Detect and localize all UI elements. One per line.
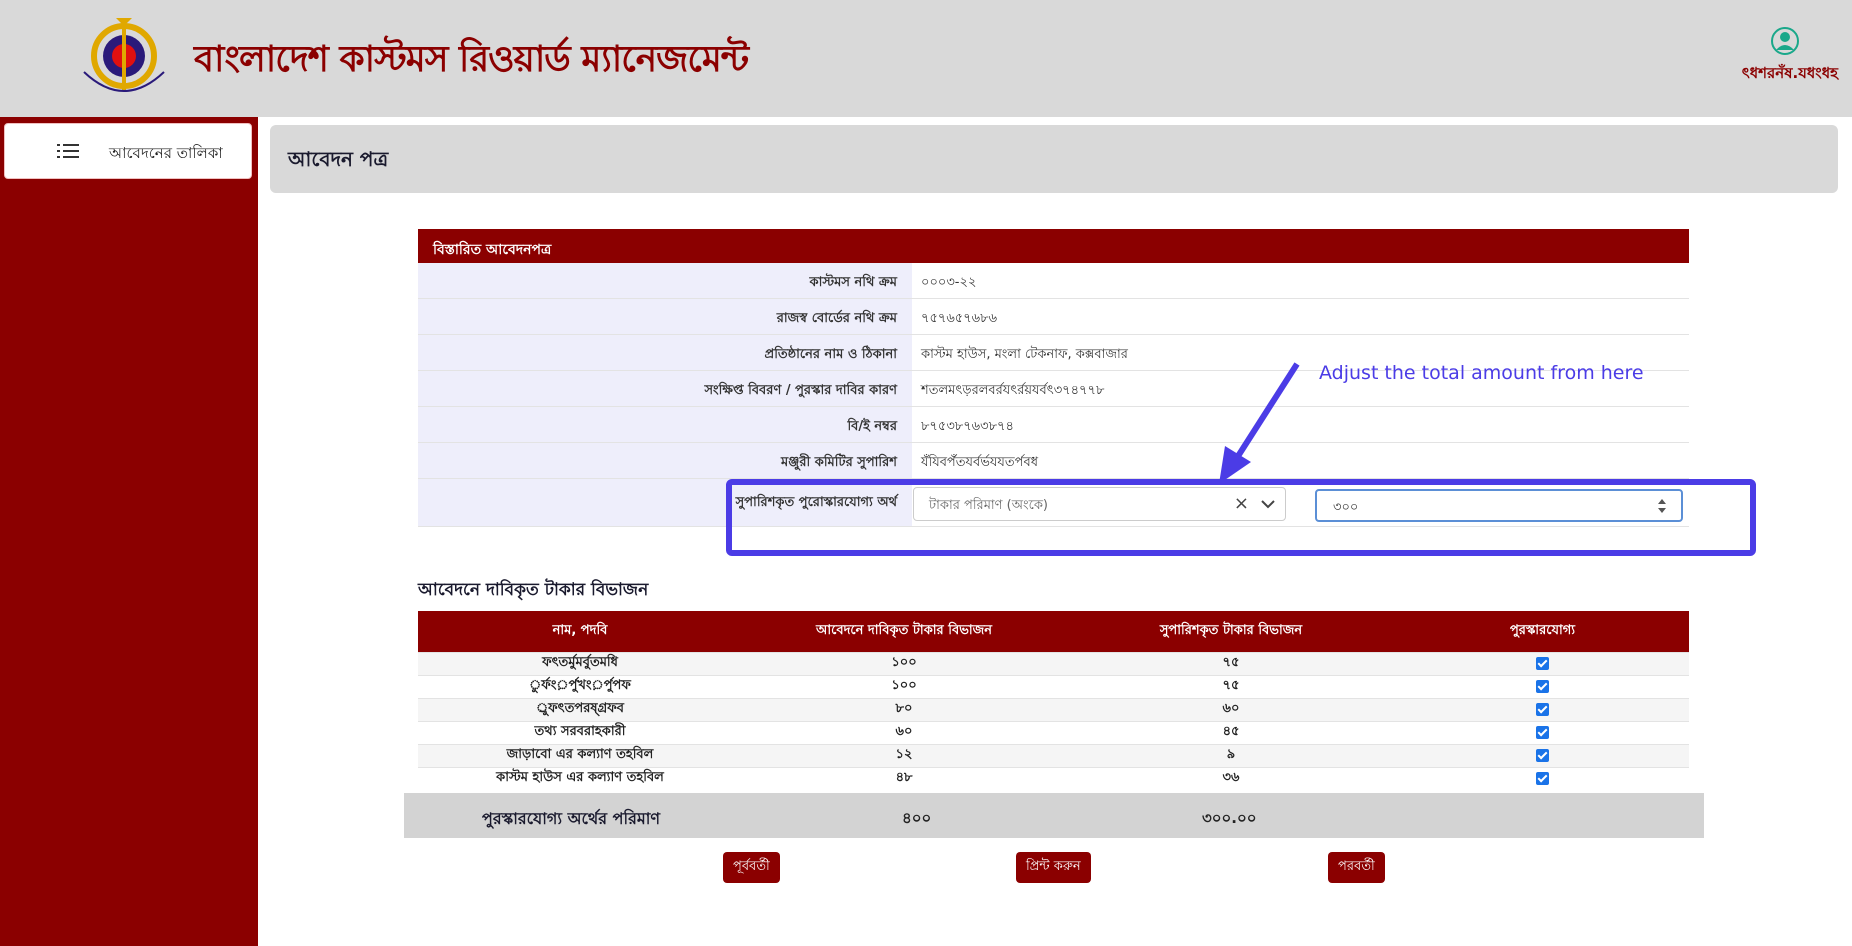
eligible-checkbox[interactable] bbox=[1536, 749, 1549, 762]
table-row: জাড়াবো এর কল্যাণ তহবিল ১২ ৯ bbox=[418, 743, 1689, 767]
annotation-text: Adjust the total amount from here bbox=[1319, 362, 1644, 384]
cell-recommended: ৪৫ bbox=[1066, 720, 1396, 744]
detail-row: রাজস্ব বোর্ডের নথি ক্রম ৭৫৭৬৫৭৬৮৬ bbox=[418, 299, 1689, 335]
cell-recommended: ৭৫ bbox=[1066, 674, 1396, 698]
detail-label: প্রতিষ্ঠানের নাম ও ঠিকানা bbox=[418, 335, 912, 370]
app-header: বাংলাদেশ কাস্টমস রিওয়ার্ড ম্যানেজমেন্ট … bbox=[0, 0, 1852, 117]
detail-row: বি/ই নম্বর ৮৭৫৩৮৭৬৩৮৭৪ bbox=[418, 407, 1689, 443]
cell-recommended: ৬০ bbox=[1066, 697, 1396, 721]
annotation-arrow-icon bbox=[1219, 362, 1300, 484]
eligible-checkbox[interactable] bbox=[1536, 703, 1549, 716]
list-icon bbox=[57, 144, 79, 158]
detail-row: মঞ্জুরী কমিটির সুপারিশ যঁযিবর্পঁতযর্বর্ভ… bbox=[418, 443, 1689, 479]
eligible-checkbox[interactable] bbox=[1536, 657, 1549, 670]
detail-value: ৭৫৭৬৫৭৬৮৬ bbox=[921, 311, 998, 326]
table-row: ুর্ফং়র্পুখং়র্পুপফ ১০০ ৭৫ bbox=[418, 674, 1689, 698]
cell-recommended: ৩৬ bbox=[1066, 766, 1396, 790]
sidebar: আবেদনের তালিকা bbox=[0, 117, 258, 946]
breakdown-heading: আবেদনে দাবিকৃত টাকার বিভাজন bbox=[418, 580, 649, 600]
total-claimed: ৪০০ bbox=[902, 809, 932, 827]
highlight-frame bbox=[726, 479, 1756, 556]
next-button[interactable]: পরবর্তী bbox=[1328, 852, 1385, 883]
customs-logo bbox=[83, 18, 165, 92]
detail-label: রাজস্ব বোর্ডের নথি ক্রম bbox=[418, 299, 912, 334]
table-row: কাস্টম হাউস এর কল্যাণ তহবিল ৪৮ ৩৬ bbox=[418, 766, 1689, 790]
page-title: আবেদন পত্র bbox=[288, 147, 389, 171]
total-recommended: ৩০০.০০ bbox=[1202, 809, 1257, 827]
column-header: সুপারিশকৃত টাকার বিভাজন bbox=[1066, 611, 1396, 652]
cell-claimed: ৮০ bbox=[742, 697, 1066, 721]
cell-claimed: ৬০ bbox=[742, 720, 1066, 744]
cell-name: তথ্য সরবরাহকারী bbox=[418, 720, 742, 744]
detail-row: কাস্টমস নথি ক্রম ০০০৩-২২ bbox=[418, 263, 1689, 299]
detail-label: কাস্টমস নথি ক্রম bbox=[418, 263, 912, 298]
cell-claimed: ১০০ bbox=[742, 674, 1066, 698]
column-header: নাম, পদবি bbox=[418, 611, 742, 652]
cell-claimed: ১২ bbox=[742, 743, 1066, 767]
total-label: পুরস্কারযোগ্য অর্থের পরিমাণ bbox=[482, 809, 661, 828]
sidebar-item-application-list[interactable]: আবেদনের তালিকা bbox=[4, 123, 252, 179]
eligible-checkbox[interactable] bbox=[1536, 726, 1549, 739]
detail-label: মঞ্জুরী কমিটির সুপারিশ bbox=[418, 443, 912, 478]
total-row: পুরস্কারযোগ্য অর্থের পরিমাণ ৪০০ ৩০০.০০ bbox=[404, 793, 1704, 838]
user-avatar-icon[interactable] bbox=[1770, 26, 1800, 56]
eligible-checkbox[interactable] bbox=[1536, 680, 1549, 693]
table-row: তথ্য সরবরাহকারী ৬০ ৪৫ bbox=[418, 720, 1689, 744]
detail-label: বি/ই নম্বর bbox=[418, 407, 912, 442]
cell-name: কাস্টম হাউস এর কল্যাণ তহবিল bbox=[418, 766, 742, 790]
cell-name: জাড়াবো এর কল্যাণ তহবিল bbox=[418, 743, 742, 767]
table-row: ্রুফৎতপরষ্গ্রফব ৮০ ৬০ bbox=[418, 697, 1689, 721]
cell-name: ্রুফৎতপরষ্গ্রফব bbox=[418, 697, 742, 721]
breakdown-table: নাম, পদবি আবেদনে দাবিকৃত টাকার বিভাজন সু… bbox=[418, 611, 1689, 790]
cell-claimed: ৪৮ bbox=[742, 766, 1066, 790]
sidebar-item-label: আবেদনের তালিকা bbox=[109, 144, 223, 162]
cell-claimed: ১০০ bbox=[742, 651, 1066, 675]
cell-recommended: ৭৫ bbox=[1066, 651, 1396, 675]
previous-button[interactable]: পূর্ববর্তী bbox=[723, 852, 780, 883]
detail-heading: বিস্তারিত আবেদনপত্র bbox=[418, 229, 1689, 263]
detail-label: সংক্ষিপ্ত বিবরণ / পুরস্কার দাবির কারণ bbox=[418, 371, 912, 406]
detail-value: ০০০৩-২২ bbox=[921, 275, 977, 290]
eligible-checkbox[interactable] bbox=[1536, 772, 1549, 786]
cell-recommended: ৯ bbox=[1066, 743, 1396, 767]
page-title-bar: আবেদন পত্র bbox=[270, 125, 1838, 193]
cell-name: ফৎতর্মুমর্বুতমধি bbox=[418, 651, 742, 675]
column-header: আবেদনে দাবিকৃত টাকার বিভাজন bbox=[742, 611, 1066, 652]
table-row: ফৎতর্মুমর্বুতমধি ১০০ ৭৫ bbox=[418, 651, 1689, 675]
app-title: বাংলাদেশ কাস্টমস রিওয়ার্ড ম্যানেজমেন্ট bbox=[194, 38, 749, 80]
column-header: পুরস্কারযোগ্য bbox=[1396, 611, 1689, 652]
print-button[interactable]: প্রিন্ট করুন bbox=[1016, 852, 1091, 883]
table-header-row: নাম, পদবি আবেদনে দাবিকৃত টাকার বিভাজন সু… bbox=[418, 611, 1689, 652]
cell-name: ুর্ফং়র্পুখং়র্পুপফ bbox=[418, 674, 742, 698]
user-name[interactable]: ৎধশরনঁষ.যধংধহ bbox=[1742, 62, 1838, 87]
